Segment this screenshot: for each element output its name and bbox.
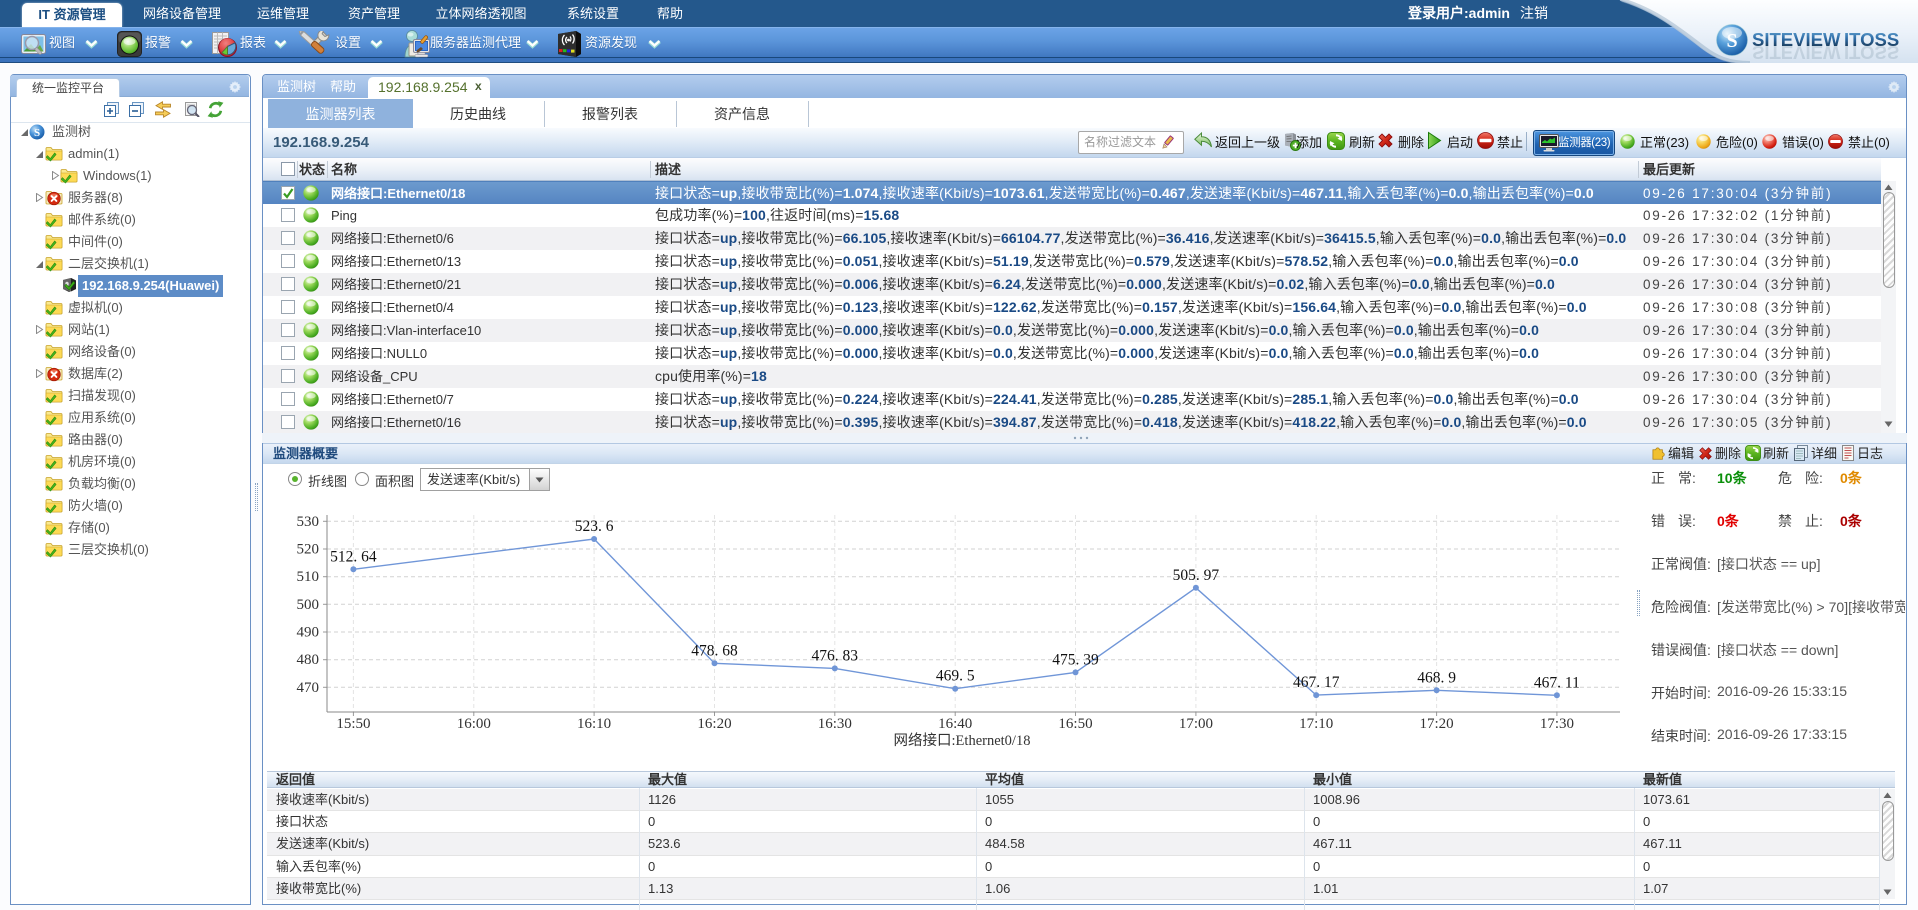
svg-text:ITOSS: ITOSS <box>1844 42 1899 63</box>
svg-text:S: S <box>1726 30 1737 52</box>
svg-text:490: 490 <box>297 625 320 641</box>
svg-text:S: S <box>34 127 40 139</box>
svg-text:SITEVIEW: SITEVIEW <box>1752 42 1841 63</box>
